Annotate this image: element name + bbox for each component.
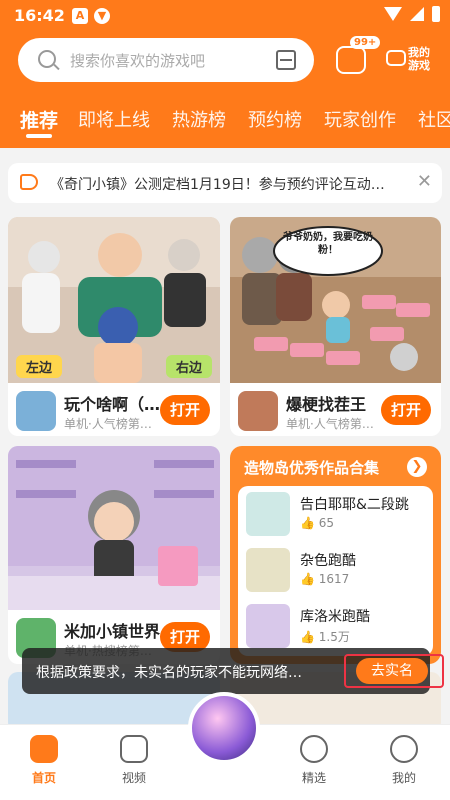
tab-indicator [26,134,52,138]
item-likes: 65 [300,516,334,530]
center-avatar[interactable] [188,692,260,764]
game-card[interactable]: 米加小镇世界 单机·热搜榜第… 打开 [8,446,220,664]
message-icon [336,46,366,74]
tab-community[interactable]: 社区 [418,106,450,132]
wifi-icon [384,7,402,21]
game-art [8,446,220,610]
game-card[interactable]: 爷爷奶奶，我要吃奶粉！ 爆梗找茬王 单机·人气榜第… 打开 [230,217,441,436]
collection-title: 造物岛优秀作品合集 [244,459,380,477]
game-card[interactable]: 左边 右边 玩个啥啊（… 单机·人气榜第… 打开 [8,217,220,436]
tab-recommend[interactable]: 推荐 [20,106,58,133]
list-item[interactable]: 杂色跑酷 1617 [238,542,433,598]
profile-icon [390,735,418,763]
megaphone-icon [20,174,38,190]
nav-featured[interactable]: 精选 [284,735,344,786]
scan-icon[interactable] [276,50,296,70]
list-item[interactable]: 库洛米跑酷 1.5万 [238,598,433,654]
cell-icon [410,7,424,21]
item-name: 库洛米跑酷 [300,609,370,625]
nav-home[interactable]: 首页 [14,735,74,786]
nav-label: 视频 [121,771,146,785]
item-thumbnail [246,492,290,536]
list-item[interactable]: 告白耶耶&二段跳 65 [238,486,433,542]
item-name: 杂色跑酷 [300,553,356,569]
announcement-text: 《奇门小镇》公测定档1月19日！参与预约评论互动… [50,177,385,193]
collection-card[interactable]: 造物岛优秀作品合集 ❯ 告白耶耶&二段跳 65 杂色跑酷 1617 库洛米跑酷 … [230,446,441,664]
search-placeholder: 搜索你喜欢的游戏吧 [70,52,206,70]
tab-hot[interactable]: 热游榜 [172,106,226,132]
nav-me[interactable]: 我的 [374,735,434,786]
tab-reserve[interactable]: 预约榜 [248,106,302,132]
open-button[interactable]: 打开 [160,395,210,425]
status-time: 16:42 [14,6,65,25]
play-icon [120,735,148,763]
heart-icon [300,735,328,763]
message-badge: 99+ [350,36,381,49]
category-tabs: 推荐 即将上线 热游榜 预约榜 玩家创作 社区 [0,96,450,142]
speech-bubble-text: 爷爷奶奶，我要吃奶粉！ [283,232,373,256]
game-name: 米加小镇世界 [64,622,161,641]
search-icon [38,50,56,68]
verify-button-frame[interactable]: 去实名 [344,654,444,688]
my-games-button[interactable]: 我的游戏 [386,40,442,80]
game-info: 玩个啥啊（… 单机·人气榜第… 打开 [8,383,220,436]
game-icon [238,391,278,431]
battery-icon [432,6,440,22]
game-name: 爆梗找茬王 [286,395,367,414]
game-name: 玩个啥啊（… [64,395,161,414]
message-button[interactable]: 99+ [332,36,381,80]
gamepad-icon [30,735,58,763]
tab-upcoming[interactable]: 即将上线 [78,106,150,132]
item-likes: 1.5万 [300,628,350,645]
chevron-right-icon[interactable]: ❯ [407,457,427,477]
item-name: 告白耶耶&二段跳 [300,497,409,513]
nav-label: 首页 [31,771,56,785]
item-thumbnail [246,604,290,648]
status-bar: 16:42 A ▼ [0,0,450,30]
verify-button[interactable]: 去实名 [356,658,428,684]
close-icon[interactable]: ✕ [417,171,432,192]
right-tag: 右边 [165,355,212,378]
item-likes: 1617 [300,572,350,586]
header: 16:42 A ▼ 搜索你喜欢的游戏吧 99+ 我的游戏 推荐 即将上线 热游榜… [0,0,450,148]
toast-message: 根据政策要求，未实名的玩家不能玩网络… [36,665,302,681]
gamepad-icon [386,50,406,66]
open-button[interactable]: 打开 [381,395,431,425]
game-meta: 单机·人气榜第… [64,417,152,431]
game-meta: 单机·人气榜第… [286,417,374,431]
game-icon [16,391,56,431]
nav-label: 精选 [301,771,326,785]
nav-video[interactable]: 视频 [104,735,164,786]
realname-toast: 根据政策要求，未实名的玩家不能玩网络… 去实名 [22,648,444,694]
search-bar[interactable]: 搜索你喜欢的游戏吧 [18,38,314,82]
nav-label: 我的 [391,771,416,785]
shield-icon: ▼ [94,8,110,24]
collection-list: 告白耶耶&二段跳 65 杂色跑酷 1617 库洛米跑酷 1.5万 [238,486,433,656]
item-thumbnail [246,548,290,592]
announcement-bar[interactable]: 《奇门小镇》公测定档1月19日！参与预约评论互动… ✕ [8,163,442,203]
a-icon: A [72,8,88,24]
game-info: 爆梗找茬王 单机·人气榜第… 打开 [230,383,441,436]
tab-creation[interactable]: 玩家创作 [324,106,396,132]
left-tag: 左边 [16,355,63,378]
my-games-label: 我的游戏 [408,46,430,72]
